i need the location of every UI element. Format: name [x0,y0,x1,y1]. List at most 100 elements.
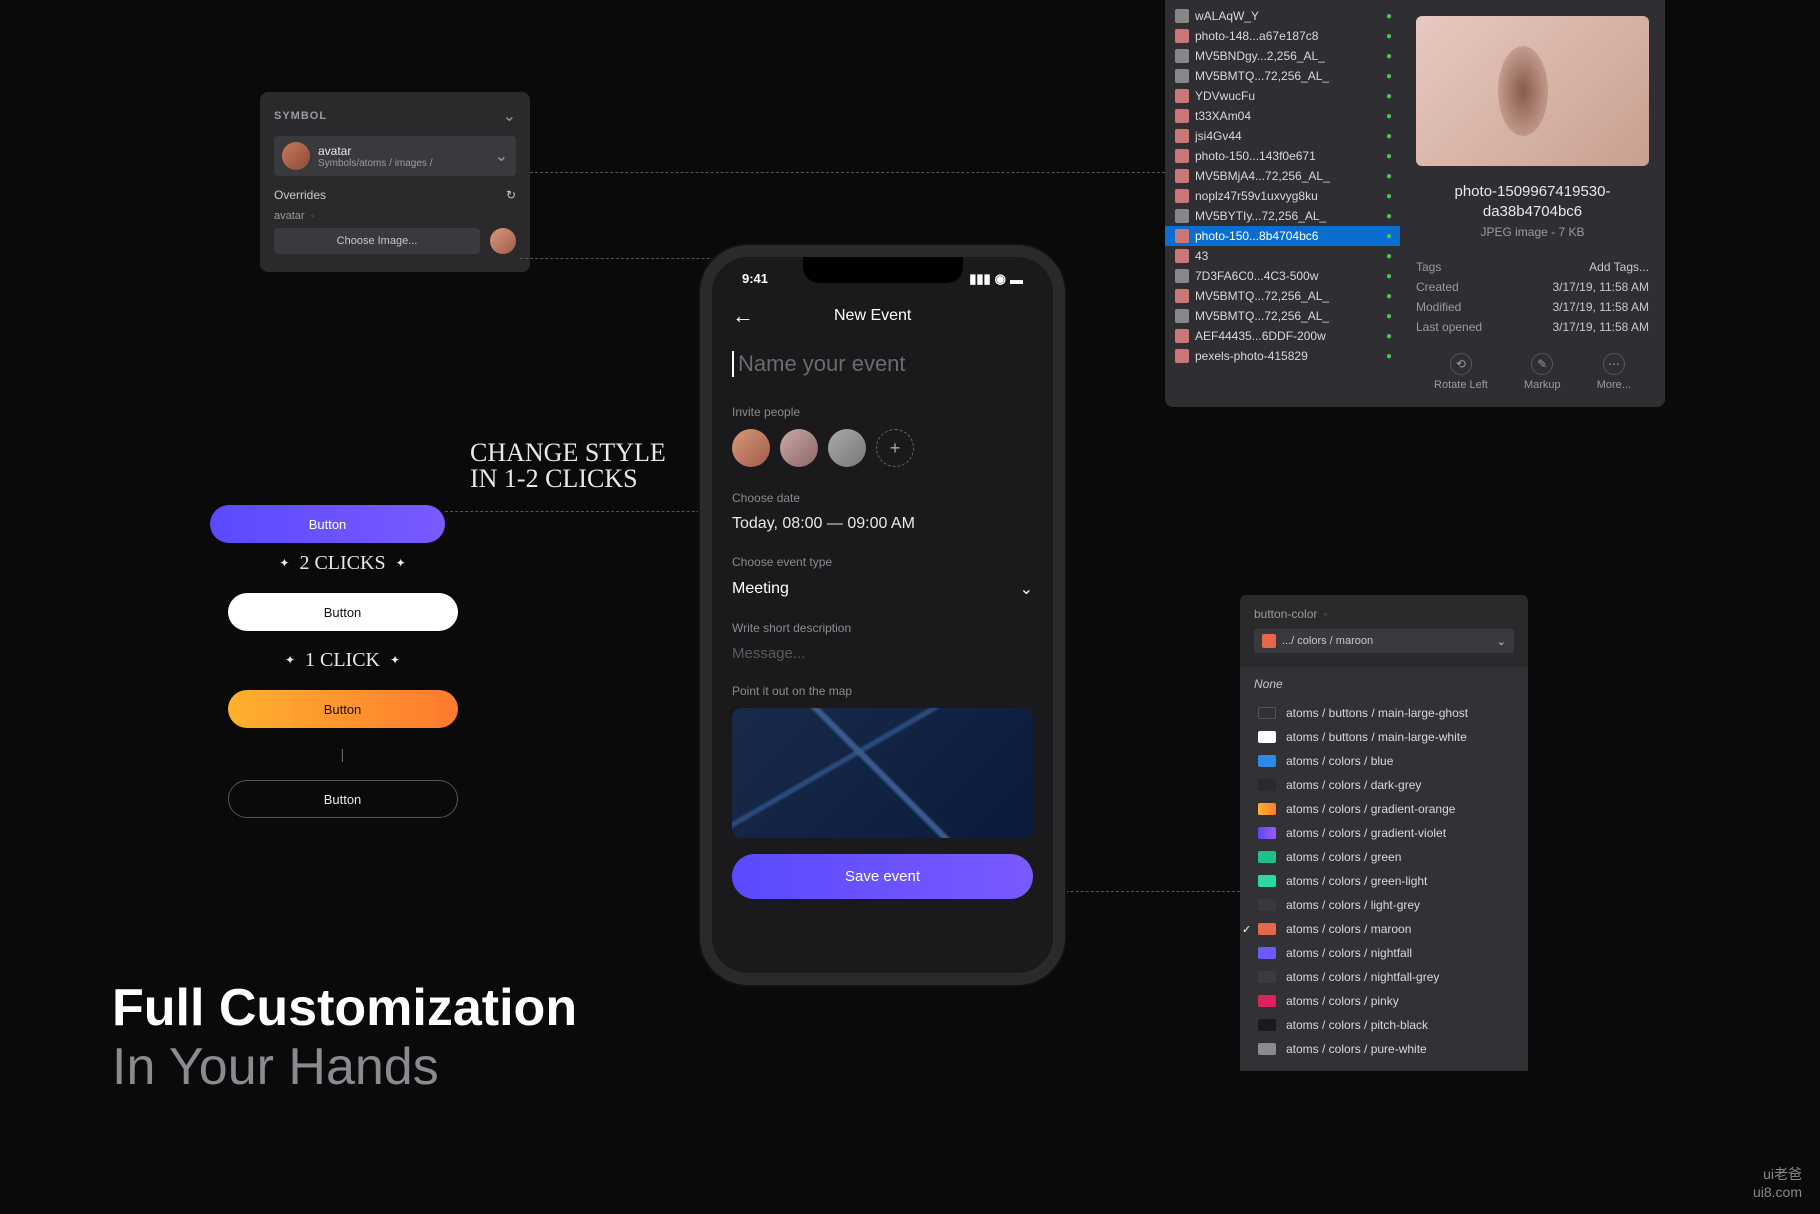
file-row[interactable]: t33XAm04● [1165,106,1400,126]
chevron-down-icon[interactable]: ⌄ [495,146,508,166]
style-option[interactable]: atoms / colors / pure-white [1254,1037,1514,1061]
file-icon [1175,229,1189,243]
color-swatch [1258,731,1276,743]
invitee-avatar[interactable] [780,429,818,467]
file-row[interactable]: MV5BMTQ...72,256_AL_● [1165,306,1400,326]
file-name: t33XAm04 [1195,109,1390,123]
markup-button[interactable]: ✎Markup [1524,353,1561,391]
file-icon [1175,129,1189,143]
style-option[interactable]: atoms / colors / blue [1254,749,1514,773]
sample-button-orange[interactable]: Button [228,690,458,728]
file-row[interactable]: MV5BYTIy...72,256_AL_● [1165,206,1400,226]
color-swatch [1258,1043,1276,1055]
sample-button-white[interactable]: Button [228,593,458,631]
invite-label: Invite people [732,405,1033,419]
file-icon [1175,269,1189,283]
style-option[interactable]: atoms / buttons / main-large-white [1254,725,1514,749]
description-input[interactable]: Message... [732,645,1033,662]
reset-overrides-icon[interactable]: ↻ [506,188,516,202]
color-swatch [1258,779,1276,791]
sync-check-icon: ● [1386,251,1392,262]
file-row[interactable]: photo-150...8b4704bc6● [1165,226,1400,246]
style-option[interactable]: atoms / colors / gradient-orange [1254,797,1514,821]
style-option[interactable]: atoms / colors / nightfall-grey [1254,965,1514,989]
date-value[interactable]: Today, 08:00 — 09:00 AM [732,515,1033,533]
style-option[interactable]: atoms / colors / green-light [1254,869,1514,893]
file-name: noplz47r59v1uxvyg8ku [1195,189,1390,203]
annotation-one-click: 1 CLICK [285,649,400,672]
map-preview[interactable] [732,708,1033,838]
style-option[interactable]: atoms / colors / green [1254,845,1514,869]
preview-filename: photo-1509967419530-da38b4704bc6 [1416,182,1649,221]
style-option[interactable]: atoms / colors / dark-grey [1254,773,1514,797]
headline-secondary: In Your Hands [112,1037,577,1097]
file-row[interactable]: photo-150...143f0e671● [1165,146,1400,166]
rotate-left-button[interactable]: ⟲Rotate Left [1434,353,1488,391]
invitee-avatar[interactable] [828,429,866,467]
file-row[interactable]: wALAqW_Y● [1165,6,1400,26]
color-swatch [1258,947,1276,959]
file-row[interactable]: pexels-photo-415829● [1165,346,1400,366]
none-option[interactable]: None [1254,677,1514,691]
event-type-dropdown[interactable]: Meeting ⌄ [732,579,1033,599]
file-row[interactable]: MV5BMjA4...72,256_AL_● [1165,166,1400,186]
more-button[interactable]: ⋯More... [1597,353,1631,391]
style-option[interactable]: atoms / buttons / main-large-ghost [1254,701,1514,725]
meta-val[interactable]: Add Tags... [1589,260,1649,274]
file-row[interactable]: 7D3FA6C0...4C3-500w● [1165,266,1400,286]
style-name: atoms / colors / light-grey [1286,898,1420,912]
description-label: Write short description [732,621,1033,635]
sample-button-violet[interactable]: Button [210,505,445,543]
style-option[interactable]: atoms / colors / light-grey [1254,893,1514,917]
file-name: wALAqW_Y [1195,9,1390,23]
style-picker-panel: button-color◦ .../ colors / maroon ⌄ Non… [1240,595,1528,1071]
file-row[interactable]: MV5BMTQ...72,256_AL_● [1165,66,1400,86]
style-option[interactable]: ✓atoms / colors / maroon [1254,917,1514,941]
add-invitee-button[interactable]: + [876,429,914,467]
rotate-icon: ⟲ [1450,353,1472,375]
event-name-input[interactable]: Name your event [732,351,1033,377]
invitee-avatar[interactable] [732,429,770,467]
file-name: MV5BNDgy...2,256_AL_ [1195,49,1390,63]
map-label: Point it out on the map [732,684,1033,698]
file-name: MV5BMTQ...72,256_AL_ [1195,309,1390,323]
file-row[interactable]: MV5BMTQ...72,256_AL_● [1165,286,1400,306]
file-row[interactable]: MV5BNDgy...2,256_AL_● [1165,46,1400,66]
style-name: atoms / colors / pure-white [1286,1042,1427,1056]
chevron-down-icon[interactable]: ⌄ [503,106,516,126]
meta-val: 3/17/19, 11:58 AM [1552,280,1649,294]
sync-check-icon: ● [1386,131,1392,142]
style-name: atoms / colors / gradient-violet [1286,826,1446,840]
chevron-down-icon: ⌄ [1497,635,1506,648]
connector-line [530,172,1165,173]
save-event-button[interactable]: Save event [732,854,1033,899]
divider-dot: | [341,746,345,762]
avatar-thumbnail [282,142,310,170]
file-icon [1175,169,1189,183]
file-name: YDVwucFu [1195,89,1390,103]
style-option[interactable]: atoms / colors / nightfall [1254,941,1514,965]
avatar-override-label: avatar [274,210,305,222]
sample-button-outline[interactable]: Button [228,780,458,818]
file-row[interactable]: jsi4Gv44● [1165,126,1400,146]
file-row[interactable]: YDVwucFu● [1165,86,1400,106]
file-row[interactable]: photo-148...a67e187c8● [1165,26,1400,46]
selected-style-dropdown[interactable]: .../ colors / maroon ⌄ [1254,629,1514,653]
battery-icon: ▬ [1010,272,1023,287]
style-option[interactable]: atoms / colors / pitch-black [1254,1013,1514,1037]
style-name: atoms / buttons / main-large-ghost [1286,706,1468,720]
file-row[interactable]: noplz47r59v1uxvyg8ku● [1165,186,1400,206]
style-option[interactable]: atoms / colors / pinky [1254,989,1514,1013]
symbol-instance-row[interactable]: avatar Symbols/atoms / images / ⌄ [274,136,516,176]
markup-icon: ✎ [1531,353,1553,375]
back-arrow-icon[interactable]: ← [732,303,754,329]
file-row[interactable]: AEF44435...6DDF-200w● [1165,326,1400,346]
style-option[interactable]: atoms / colors / gradient-violet [1254,821,1514,845]
phone-notch [803,257,963,283]
phone-screen: 9:41 ▮▮▮ ◉ ▬ ← New Event Name your event… [712,257,1053,973]
file-row[interactable]: 43● [1165,246,1400,266]
file-name: MV5BMTQ...72,256_AL_ [1195,289,1390,303]
status-time: 9:41 [742,271,768,287]
choose-image-button[interactable]: Choose Image... [274,228,480,254]
color-swatch [1258,803,1276,815]
